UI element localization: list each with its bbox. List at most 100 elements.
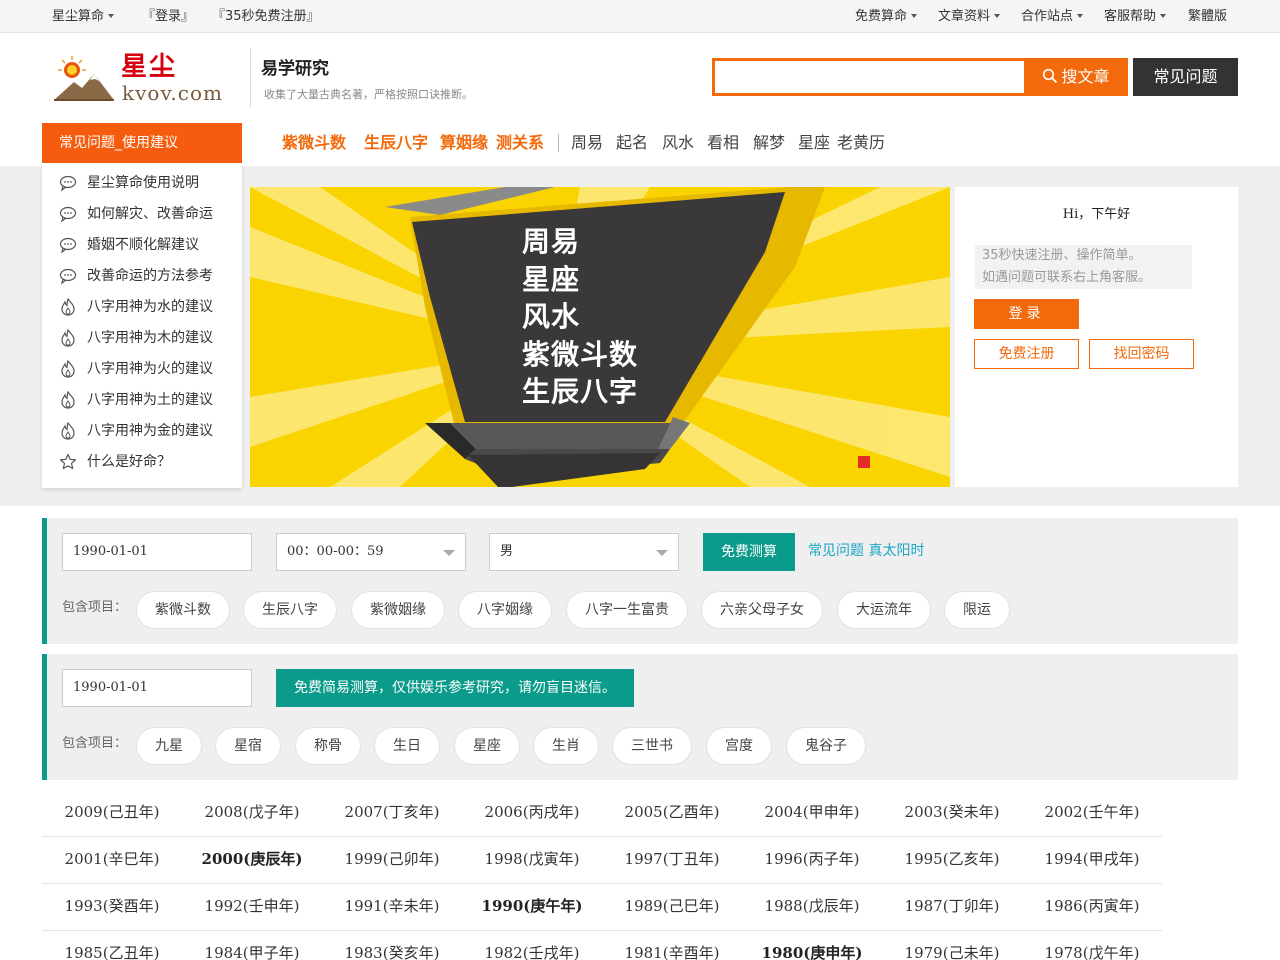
year-link[interactable]: 1984(甲子年) bbox=[182, 943, 322, 960]
nav-bazi[interactable]: 生辰八字 bbox=[364, 132, 428, 154]
nav-naming[interactable]: 起名 bbox=[616, 132, 648, 154]
year-link[interactable]: 1980(庚申年) bbox=[742, 943, 882, 960]
year-link[interactable]: 1978(戊午年) bbox=[1022, 943, 1162, 960]
topbar-articles-menu[interactable]: 文章资料 bbox=[938, 8, 1001, 25]
year-link[interactable]: 2001(辛巳年) bbox=[42, 849, 182, 869]
year-link[interactable]: 1982(壬戌年) bbox=[462, 943, 602, 960]
year-link[interactable]: 2004(甲申年) bbox=[742, 802, 882, 822]
nav-zhouyi[interactable]: 周易 bbox=[571, 132, 603, 154]
carousel-indicator[interactable] bbox=[858, 456, 870, 468]
menu-item[interactable]: 改善命运的方法参考 bbox=[42, 265, 242, 296]
item-pill[interactable]: 紫微姻缘 bbox=[351, 591, 445, 629]
year-link[interactable]: 1986(丙寅年) bbox=[1022, 896, 1162, 916]
topbar-free-fortune-menu[interactable]: 免费算命 bbox=[855, 8, 918, 25]
menu-item[interactable]: 八字用神为火的建议 bbox=[42, 358, 242, 389]
year-link[interactable]: 1990(庚午年) bbox=[462, 896, 602, 916]
calculate-button[interactable]: 免费测算 bbox=[703, 533, 795, 571]
menu-item[interactable]: 八字用神为土的建议 bbox=[42, 389, 242, 420]
item-pill[interactable]: 星座 bbox=[454, 727, 520, 765]
topbar-brand-menu[interactable]: 星尘算命 bbox=[52, 8, 115, 25]
year-link[interactable]: 2009(己丑年) bbox=[42, 802, 182, 822]
faq-solar-time-link[interactable]: 常见问题 真太阳时 bbox=[808, 541, 924, 561]
item-pill[interactable]: 称骨 bbox=[295, 727, 361, 765]
search-input[interactable] bbox=[712, 58, 1025, 96]
search-button[interactable]: 搜文章 bbox=[1024, 58, 1128, 96]
item-pill[interactable]: 限运 bbox=[944, 591, 1010, 629]
year-link[interactable]: 1996(丙子年) bbox=[742, 849, 882, 869]
year-link[interactable]: 2002(壬午年) bbox=[1022, 802, 1162, 822]
year-link[interactable]: 1995(乙亥年) bbox=[882, 849, 1022, 869]
year-link[interactable]: 1983(癸亥年) bbox=[322, 943, 462, 960]
item-pill[interactable]: 紫微斗数 bbox=[136, 591, 230, 629]
item-pill[interactable]: 宫度 bbox=[706, 727, 772, 765]
item-pill[interactable]: 星宿 bbox=[215, 727, 281, 765]
year-link[interactable]: 2003(癸未年) bbox=[882, 802, 1022, 822]
nav-fengshui[interactable]: 风水 bbox=[662, 132, 694, 154]
simple-calculate-button[interactable]: 免费简易测算，仅供娱乐参考研究，请勿盲目迷信。 bbox=[276, 669, 634, 707]
banner-line: 生辰八字 bbox=[522, 375, 639, 408]
menu-item[interactable]: 八字用神为木的建议 bbox=[42, 327, 242, 358]
simple-birth-date-input[interactable]: 1990-01-01 bbox=[62, 669, 252, 707]
year-link[interactable]: 1992(壬申年) bbox=[182, 896, 322, 916]
nav-relationship[interactable]: 测关系 bbox=[496, 132, 544, 154]
year-link[interactable]: 1998(戊寅年) bbox=[462, 849, 602, 869]
year-link[interactable]: 2008(戊子年) bbox=[182, 802, 322, 822]
year-link[interactable]: 2005(乙酉年) bbox=[602, 802, 742, 822]
year-link[interactable]: 1987(丁卯年) bbox=[882, 896, 1022, 916]
topbar-traditional-link[interactable]: 繁體版 bbox=[1188, 8, 1227, 25]
chevron-down-icon bbox=[108, 13, 115, 18]
faq-button[interactable]: 常见问题 bbox=[1133, 58, 1238, 96]
nav-ziwei[interactable]: 紫微斗数 bbox=[282, 132, 346, 154]
flame-icon bbox=[61, 329, 75, 347]
year-link[interactable]: 1988(戊辰年) bbox=[742, 896, 882, 916]
menu-item[interactable]: 婚姻不顺化解建议 bbox=[42, 234, 242, 265]
login-button[interactable]: 登录 bbox=[974, 299, 1079, 329]
item-pill[interactable]: 鬼谷子 bbox=[786, 727, 866, 765]
site-logo[interactable]: 星尘 kvov.com bbox=[52, 52, 238, 104]
year-link[interactable]: 1985(乙丑年) bbox=[42, 943, 182, 960]
year-link[interactable]: 2006(丙戌年) bbox=[462, 802, 602, 822]
register-button[interactable]: 免费注册 bbox=[974, 339, 1079, 369]
nav-yinyuan[interactable]: 算姻缘 bbox=[440, 132, 488, 154]
item-pill[interactable]: 八字一生富贵 bbox=[566, 591, 688, 629]
recover-password-button[interactable]: 找回密码 bbox=[1089, 339, 1194, 369]
item-pill[interactable]: 生辰八字 bbox=[243, 591, 337, 629]
nav-almanac[interactable]: 老黄历 bbox=[837, 132, 885, 154]
menu-item[interactable]: 如何解灾、改善命运 bbox=[42, 203, 242, 234]
topbar-partners-menu[interactable]: 合作站点 bbox=[1021, 8, 1084, 25]
year-link[interactable]: 2007(丁亥年) bbox=[322, 802, 462, 822]
topbar-support-menu[interactable]: 客服帮助 bbox=[1104, 8, 1167, 25]
item-pill[interactable]: 生肖 bbox=[533, 727, 599, 765]
gender-select[interactable]: 男 bbox=[489, 533, 679, 571]
promo-banner[interactable]: 周易 星座 风水 紫微斗数 生辰八字 bbox=[250, 187, 950, 487]
year-link[interactable]: 1994(甲戌年) bbox=[1022, 849, 1162, 869]
year-link[interactable]: 1989(己巳年) bbox=[602, 896, 742, 916]
item-pill[interactable]: 生日 bbox=[374, 727, 440, 765]
birth-time-select[interactable]: 00：00-00：59 bbox=[276, 533, 466, 571]
nav-physiognomy[interactable]: 看相 bbox=[707, 132, 739, 154]
item-pill[interactable]: 大运流年 bbox=[837, 591, 931, 629]
item-pill[interactable]: 八字姻缘 bbox=[458, 591, 552, 629]
menu-item[interactable]: 八字用神为金的建议 bbox=[42, 420, 242, 451]
year-link[interactable]: 1981(辛酉年) bbox=[602, 943, 742, 960]
header-divider bbox=[250, 48, 251, 108]
year-link[interactable]: 2000(庚辰年) bbox=[182, 849, 322, 869]
item-pill[interactable]: 九星 bbox=[136, 727, 202, 765]
star-icon bbox=[59, 453, 77, 470]
nav-dreams[interactable]: 解梦 bbox=[753, 132, 785, 154]
birth-date-input[interactable]: 1990-01-01 bbox=[62, 533, 252, 571]
topbar-register-link[interactable]: 『35秒免费注册』 bbox=[212, 8, 320, 25]
year-link[interactable]: 1979(己未年) bbox=[882, 943, 1022, 960]
year-link[interactable]: 1991(辛未年) bbox=[322, 896, 462, 916]
menu-item[interactable]: 什么是好命？ bbox=[42, 451, 242, 482]
year-link[interactable]: 1997(丁丑年) bbox=[602, 849, 742, 869]
faq-menu-header[interactable]: 常见问题_使用建议 bbox=[42, 123, 242, 163]
nav-horoscope[interactable]: 星座 bbox=[798, 132, 830, 154]
item-pill[interactable]: 六亲父母子女 bbox=[701, 591, 823, 629]
topbar-login-link[interactable]: 『登录』 bbox=[142, 8, 194, 25]
menu-item[interactable]: 星尘算命使用说明 bbox=[42, 172, 242, 203]
menu-item[interactable]: 八字用神为水的建议 bbox=[42, 296, 242, 327]
item-pill[interactable]: 三世书 bbox=[612, 727, 692, 765]
year-link[interactable]: 1999(己卯年) bbox=[322, 849, 462, 869]
year-link[interactable]: 1993(癸酉年) bbox=[42, 896, 182, 916]
